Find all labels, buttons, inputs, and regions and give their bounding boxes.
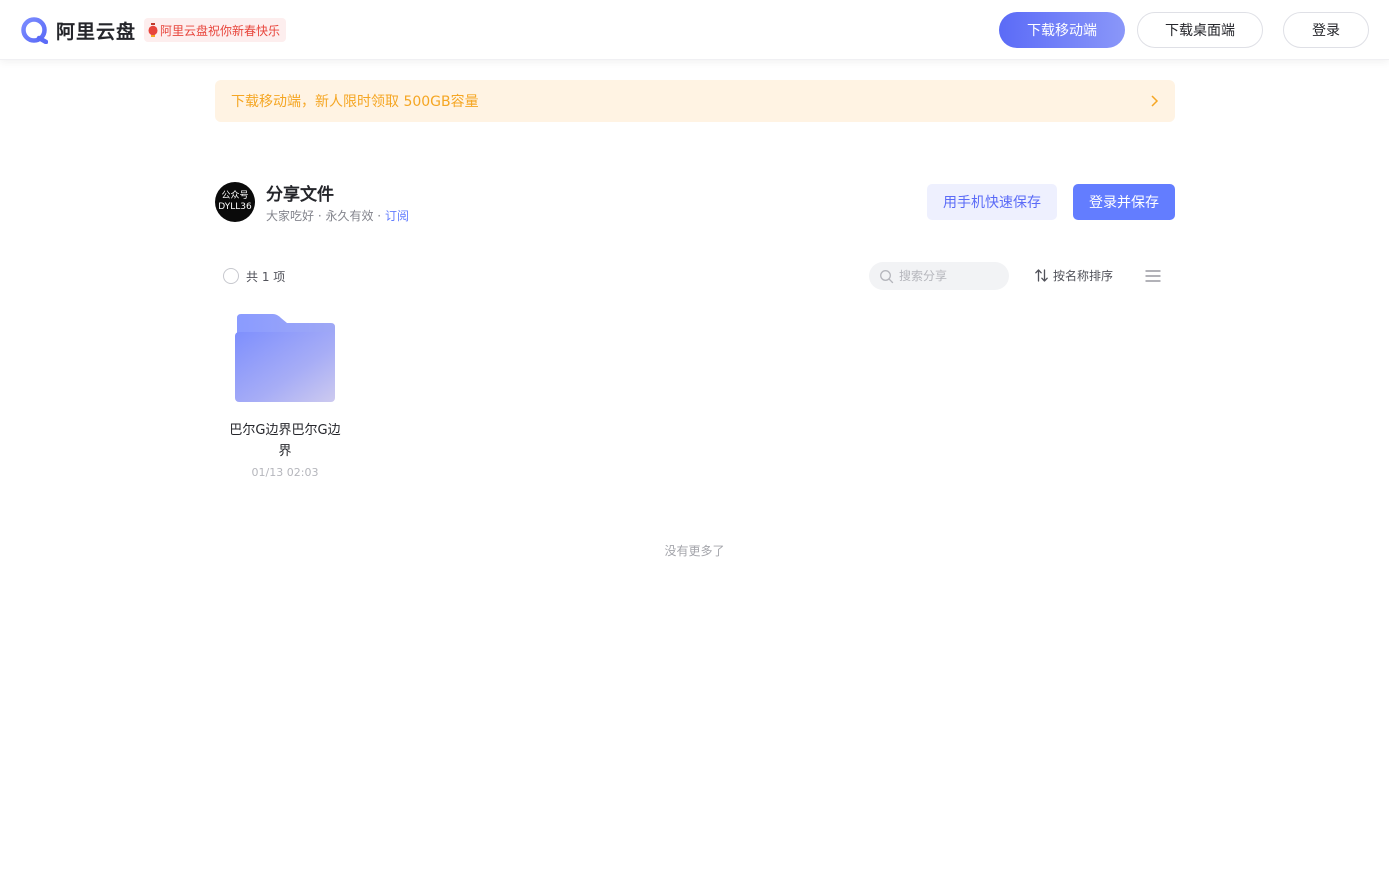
- mobile-download-banner[interactable]: 下载移动端，新人限时领取 500GB容量: [215, 80, 1175, 122]
- aliyun-drive-logo-icon[interactable]: [20, 16, 48, 44]
- sort-icon: [1035, 269, 1048, 282]
- share-meta: 大家吃好 · 永久有效 · 订阅: [266, 207, 409, 224]
- top-header: 阿里云盘 阿里云盘祝你新春快乐 下载移动端 下载桌面端 登录: [0, 0, 1389, 60]
- file-date: 01/13 02:03: [251, 466, 319, 479]
- search-icon: [880, 269, 894, 283]
- brand-name[interactable]: 阿里云盘: [56, 17, 136, 44]
- download-desktop-button[interactable]: 下载桌面端: [1137, 12, 1263, 48]
- folder-icon: [235, 314, 335, 402]
- meta-separator: ·: [373, 209, 385, 223]
- login-button[interactable]: 登录: [1283, 12, 1369, 48]
- search-input[interactable]: [899, 269, 999, 283]
- share-title: 分享文件: [266, 185, 334, 205]
- sort-by-name-button[interactable]: 按名称排序: [1034, 267, 1113, 284]
- banner-text: 下载移动端，新人限时领取 500GB容量: [231, 94, 479, 110]
- sharer-avatar: 公众号 DYLL36: [215, 182, 255, 222]
- lantern-icon: [148, 23, 158, 37]
- select-all-checkbox[interactable]: [223, 268, 239, 284]
- file-item[interactable]: 巴尔G边界巴尔G边界 01/13 02:03: [222, 306, 348, 479]
- share-greeting: 大家吃好: [266, 209, 315, 223]
- chevron-right-icon: [1151, 95, 1159, 107]
- meta-separator: ·: [314, 209, 326, 223]
- file-name[interactable]: 巴尔G边界巴尔G边界: [229, 420, 341, 462]
- new-year-promo-badge: 阿里云盘祝你新春快乐: [144, 18, 287, 42]
- no-more-indicator: 没有更多了: [664, 544, 725, 558]
- search-box[interactable]: [869, 262, 1009, 290]
- item-count: 共 1 项: [246, 270, 286, 284]
- quick-save-mobile-button[interactable]: 用手机快速保存: [927, 184, 1057, 220]
- share-validity: 永久有效: [325, 209, 374, 223]
- list-view-icon[interactable]: [1145, 269, 1161, 283]
- login-and-save-button[interactable]: 登录并保存: [1073, 184, 1175, 220]
- sort-label: 按名称排序: [1053, 269, 1114, 283]
- promo-text: 阿里云盘祝你新春快乐: [160, 23, 281, 38]
- avatar-text-line2: DYLL36: [218, 202, 252, 212]
- subscribe-link[interactable]: 订阅: [385, 209, 409, 223]
- download-mobile-button[interactable]: 下载移动端: [999, 12, 1125, 48]
- avatar-text-line1: 公众号: [221, 191, 249, 201]
